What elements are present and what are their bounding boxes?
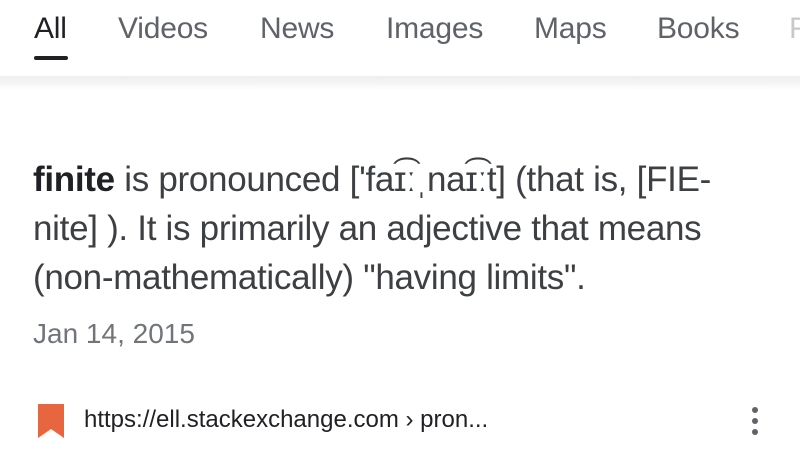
snippet-body: is pronounced ['faɪ͡ːˌnaɪ͡ːt] (that is, … xyxy=(33,160,711,297)
snippet-term: finite xyxy=(33,160,115,199)
tab-videos[interactable]: Videos xyxy=(118,10,208,48)
tabs-divider xyxy=(0,76,800,90)
search-tabs: All Videos News Images Maps Books F xyxy=(0,0,800,76)
tab-all[interactable]: All xyxy=(34,10,67,48)
featured-snippet-text: finite is pronounced ['faɪ͡ːˌnaɪ͡ːt] (th… xyxy=(33,155,768,302)
tab-books[interactable]: Books xyxy=(657,10,740,48)
snippet-date: Jan 14, 2015 xyxy=(33,318,195,349)
tab-partial[interactable]: F xyxy=(789,10,800,48)
search-results-page: All Videos News Images Maps Books F fini… xyxy=(0,0,800,450)
tab-maps[interactable]: Maps xyxy=(534,10,607,48)
active-tab-indicator xyxy=(34,56,68,60)
bookmark-icon xyxy=(38,404,64,438)
source-url-link[interactable]: https://ell.stackexchange.com › pron... xyxy=(84,404,488,436)
tab-images[interactable]: Images xyxy=(386,10,483,48)
source-row[interactable]: https://ell.stackexchange.com › pron... xyxy=(0,398,800,446)
tab-news[interactable]: News xyxy=(260,10,334,48)
more-vert-icon[interactable] xyxy=(740,402,770,440)
